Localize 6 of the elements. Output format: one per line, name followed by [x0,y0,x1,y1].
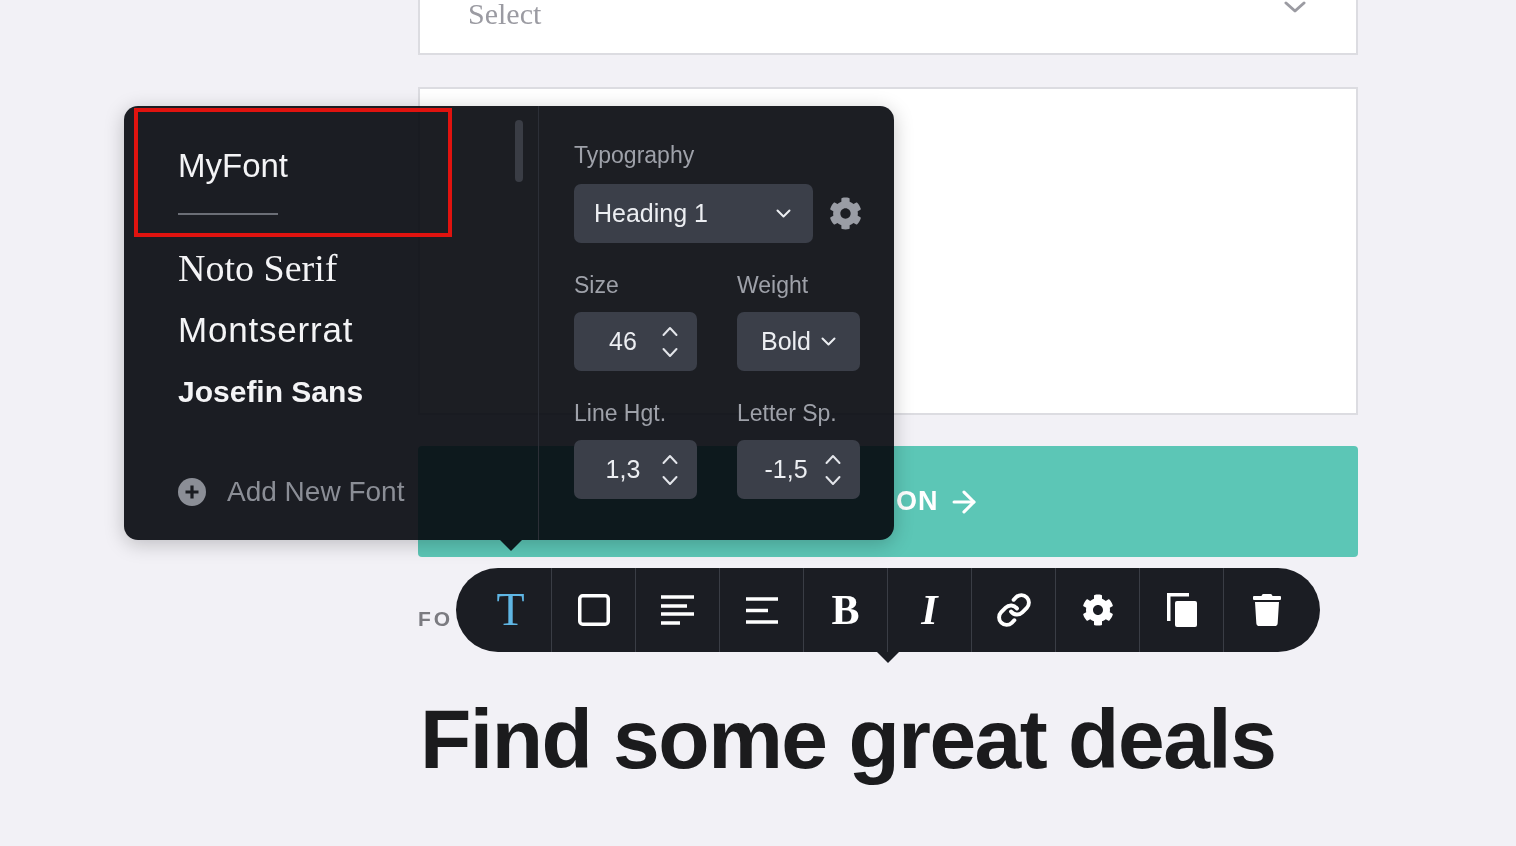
field-label: Size [574,271,619,299]
field-label: Line Hgt. [574,399,667,427]
section-label: Typography [574,141,695,169]
field-label: Weight [737,271,809,299]
field-label: Letter Sp. [737,399,837,427]
tagline: FO [418,607,454,631]
